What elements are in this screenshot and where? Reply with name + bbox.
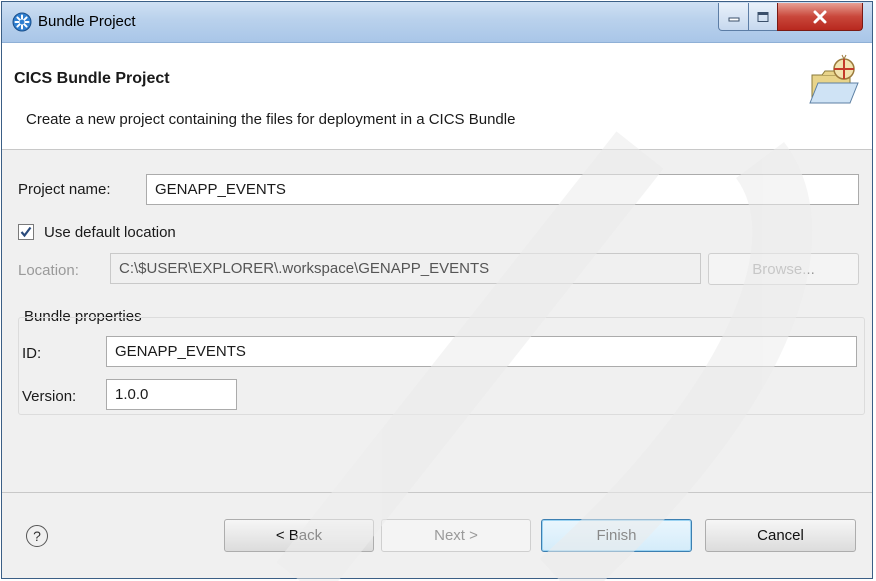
footer-separator	[2, 492, 872, 493]
version-field[interactable]: 1.0.0	[106, 379, 237, 410]
use-default-location-checkbox[interactable]	[18, 224, 34, 240]
window-title: Bundle Project	[38, 13, 136, 30]
maximize-button[interactable]	[748, 3, 778, 31]
minimize-button[interactable]	[718, 3, 749, 31]
finish-button[interactable]: Finish	[541, 519, 692, 552]
next-button: Next >	[381, 519, 531, 552]
close-icon	[813, 10, 827, 23]
minimize-icon	[728, 17, 739, 21]
bundle-project-dialog: Bundle Project CICS Bundle Project Creat…	[1, 1, 873, 579]
project-name-label: Project name:	[18, 181, 111, 198]
browse-button: Browse...	[708, 253, 859, 285]
maximize-icon	[757, 11, 769, 22]
version-label: Version:	[22, 388, 77, 405]
page-description: Create a new project containing the file…	[26, 111, 516, 128]
id-label: ID:	[22, 345, 42, 362]
gear-star-icon	[12, 12, 32, 32]
id-field[interactable]: GENAPP_EVENTS	[106, 336, 857, 367]
project-name-field[interactable]: GENAPP_EVENTS	[146, 174, 859, 205]
page-title: CICS Bundle Project	[14, 70, 170, 87]
help-icon[interactable]: ?	[26, 525, 48, 547]
close-button[interactable]	[777, 3, 863, 31]
folder-bundle-icon	[809, 54, 859, 104]
wizard-header: CICS Bundle Project Create a new project…	[2, 43, 872, 150]
checkmark-icon	[20, 226, 32, 238]
use-default-location-label[interactable]: Use default location	[44, 224, 176, 241]
back-button[interactable]: < Back	[224, 519, 374, 552]
location-label: Location:	[18, 262, 79, 279]
cancel-button[interactable]: Cancel	[705, 519, 856, 552]
location-field: C:\$USER\EXPLORER\.workspace\GENAPP_EVEN…	[110, 253, 701, 284]
title-bar[interactable]: Bundle Project	[2, 2, 872, 43]
